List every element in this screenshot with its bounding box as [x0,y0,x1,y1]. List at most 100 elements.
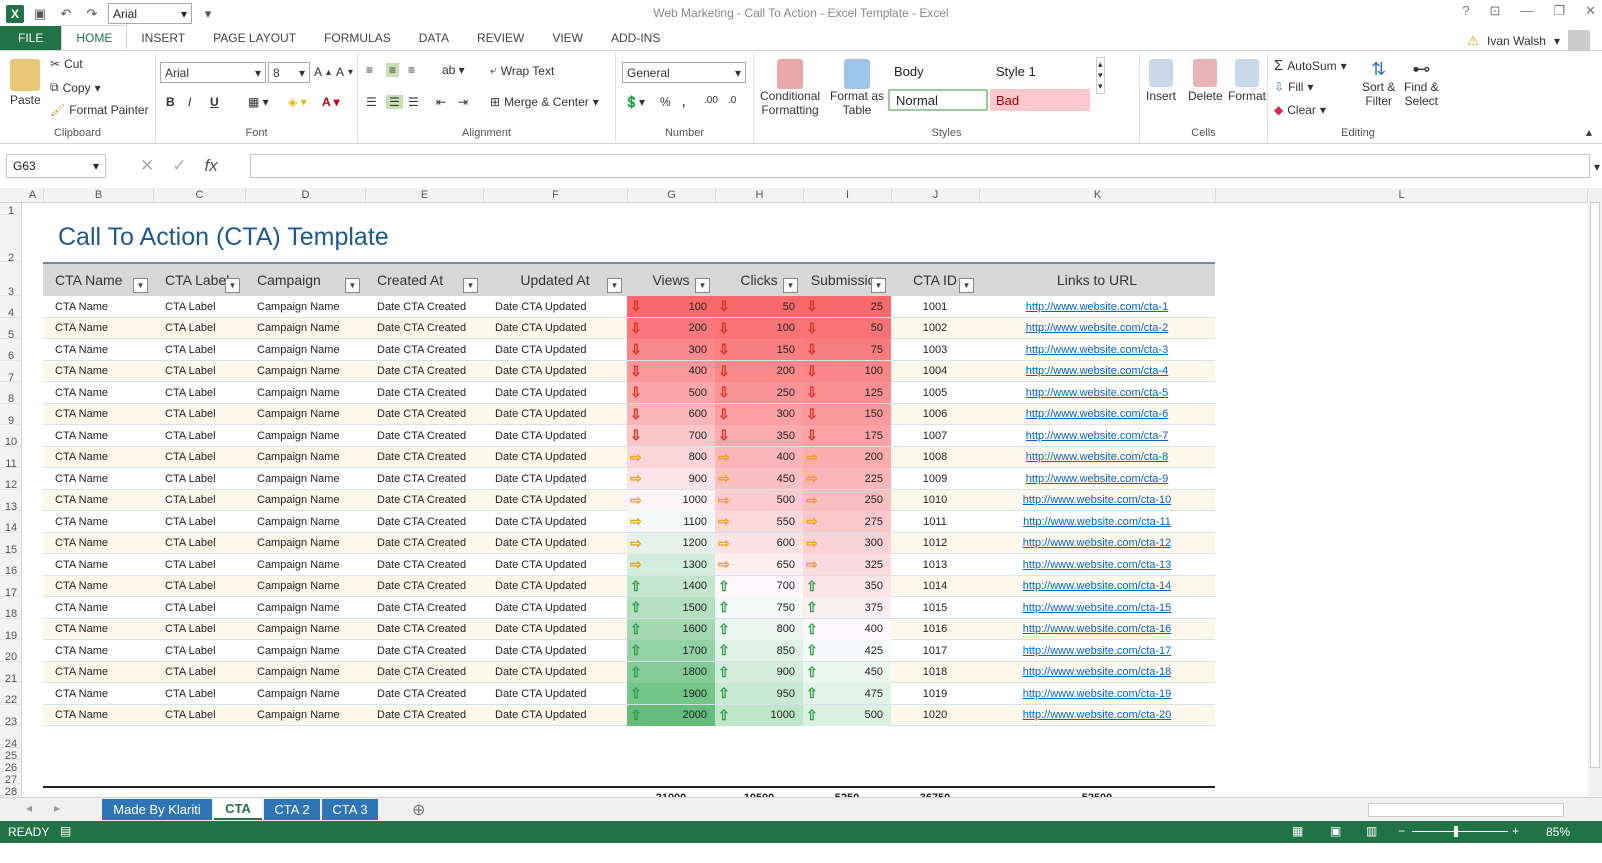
ribbon-tab-insert[interactable]: INSERT [127,26,199,50]
cell-label[interactable]: CTA Label [165,339,245,360]
cell-views[interactable]: ⇧ 1800 [627,661,715,683]
format-cells-button[interactable]: Format [1228,59,1266,103]
cell-cta-id[interactable]: 1001 [891,296,979,317]
cell-name[interactable]: CTA Name [55,296,153,317]
row-header[interactable]: 25 [0,748,22,762]
cut-button[interactable]: ✂ Cut [50,57,83,71]
row-header[interactable]: 19 [0,619,22,642]
row-header[interactable]: 15 [0,533,22,556]
wrap-text-button[interactable]: ⤶ Wrap Text [490,63,554,78]
cell-clicks[interactable]: ⇨ 650 [715,554,803,575]
ribbon-tab-data[interactable]: DATA [405,26,463,50]
style-body[interactable]: Body [888,60,988,82]
cell-campaign[interactable]: Campaign Name [257,382,365,403]
align-middle-icon[interactable]: ≡ [386,63,400,77]
copy-button[interactable]: ⧉ Copy ▾ [50,80,101,95]
merge-center-button[interactable]: ⊞ Merge & Center ▾ [490,95,599,109]
cell-campaign[interactable]: Campaign Name [257,662,365,683]
zoom-out-icon[interactable]: − [1398,824,1405,838]
row-header[interactable]: 18 [0,597,22,620]
cell-views[interactable]: ⇧ 1500 [627,597,715,618]
cell-link-url[interactable]: http://www.website.com/cta-10 [979,490,1215,511]
cell-name[interactable]: CTA Name [55,404,153,425]
cell-link-url[interactable]: http://www.website.com/cta-12 [979,533,1215,554]
cell-subs[interactable]: ⇩ 150 [803,403,891,425]
clear-button[interactable]: ◆ Clear ▾ [1274,103,1326,117]
cell-cta-id[interactable]: 1004 [891,361,979,382]
cell-label[interactable]: CTA Label [165,296,245,317]
cancel-icon[interactable]: ✕ [140,156,154,176]
cell-views[interactable]: ⇩ 600 [627,403,715,425]
cell-cta-id[interactable]: 1014 [891,576,979,597]
row-header[interactable]: 6 [0,339,22,362]
insert-cells-button[interactable]: Insert [1146,59,1176,103]
cell-name[interactable]: CTA Name [55,339,153,360]
cell-updated[interactable]: Date CTA Updated [495,404,627,425]
cell-campaign[interactable]: Campaign Name [257,447,365,468]
cell-campaign[interactable]: Campaign Name [257,619,365,640]
number-format-select[interactable]: General ▾ [622,62,746,83]
cell-clicks[interactable]: ⇨ 450 [715,468,803,489]
customize-qat-icon[interactable]: ▾ [198,4,218,24]
cell-subs[interactable]: ⇨ 275 [803,511,891,532]
cell-campaign[interactable]: Campaign Name [257,511,365,532]
cell-link-url[interactable]: http://www.website.com/cta-2 [979,318,1215,339]
cell-name[interactable]: CTA Name [55,597,153,618]
cell-subs[interactable]: ⇨ 300 [803,532,891,554]
cell-created[interactable]: Date CTA Created [377,619,483,640]
cell-views[interactable]: ⇩ 200 [627,317,715,339]
redo-icon[interactable]: ↷ [82,4,102,24]
next-sheet-icon[interactable]: ▸ [54,801,60,815]
column-header-j[interactable]: J [892,188,980,203]
ribbon-tab-formulas[interactable]: FORMULAS [310,26,405,50]
italic-button[interactable]: I [188,95,191,109]
cell-label[interactable]: CTA Label [165,597,245,618]
insert-function-icon[interactable]: fx [205,156,218,176]
cell-created[interactable]: Date CTA Created [377,683,483,704]
formula-input[interactable] [250,154,1590,178]
orientation-icon[interactable]: ab ▾ [442,63,465,77]
cell-name[interactable]: CTA Name [55,705,153,726]
ribbon-tab-page-layout[interactable]: PAGE LAYOUT [199,26,310,50]
row-header[interactable]: 21 [0,662,22,685]
cell-campaign[interactable]: Campaign Name [257,597,365,618]
row-header[interactable]: 12 [0,468,22,491]
cell-created[interactable]: Date CTA Created [377,361,483,382]
cell-clicks[interactable]: ⇧ 1000 [715,704,803,726]
cell-link-url[interactable]: http://www.website.com/cta-20 [979,705,1215,726]
align-top-icon[interactable]: ≡ [366,63,373,77]
zoom-slider[interactable] [1412,826,1508,837]
cell-link-url[interactable]: http://www.website.com/cta-9 [979,468,1215,489]
cell-clicks[interactable]: ⇨ 400 [715,446,803,468]
row-header[interactable]: 22 [0,683,22,706]
cell-label[interactable]: CTA Label [165,425,245,446]
delete-cells-button[interactable]: Delete [1188,59,1223,103]
font-name-select[interactable]: Arial ▾ [160,62,266,83]
cell-link-url[interactable]: http://www.website.com/cta-4 [979,361,1215,382]
cell-name[interactable]: CTA Name [55,490,153,511]
column-header-k[interactable]: K [980,188,1216,203]
row-header[interactable]: 2 [0,215,22,264]
close-icon[interactable]: ✕ [1585,3,1596,19]
cell-clicks[interactable]: ⇩ 300 [715,403,803,425]
cell-cta-id[interactable]: 1019 [891,683,979,704]
cell-subs[interactable]: ⇧ 450 [803,661,891,683]
cell-label[interactable]: CTA Label [165,662,245,683]
row-header[interactable]: 7 [0,361,22,384]
cell-cta-id[interactable]: 1005 [891,382,979,403]
cell-clicks[interactable]: ⇧ 950 [715,683,803,704]
cell-label[interactable]: CTA Label [165,447,245,468]
cell-label[interactable]: CTA Label [165,533,245,554]
cell-cta-id[interactable]: 1002 [891,318,979,339]
cell-name[interactable]: CTA Name [55,382,153,403]
cell-created[interactable]: Date CTA Created [377,296,483,317]
cell-views[interactable]: ⇩ 100 [627,296,715,317]
row-header[interactable]: 8 [0,382,22,405]
cell-views[interactable]: ⇨ 900 [627,468,715,489]
cell-name[interactable]: CTA Name [55,683,153,704]
cell-name[interactable]: CTA Name [55,640,153,661]
align-left-icon[interactable]: ☰ [366,95,377,109]
sheet-tab-cta-3[interactable]: CTA 3 [322,799,378,820]
zoom-level[interactable]: 85% [1546,825,1570,839]
cell-subs[interactable]: ⇧ 375 [803,597,891,618]
